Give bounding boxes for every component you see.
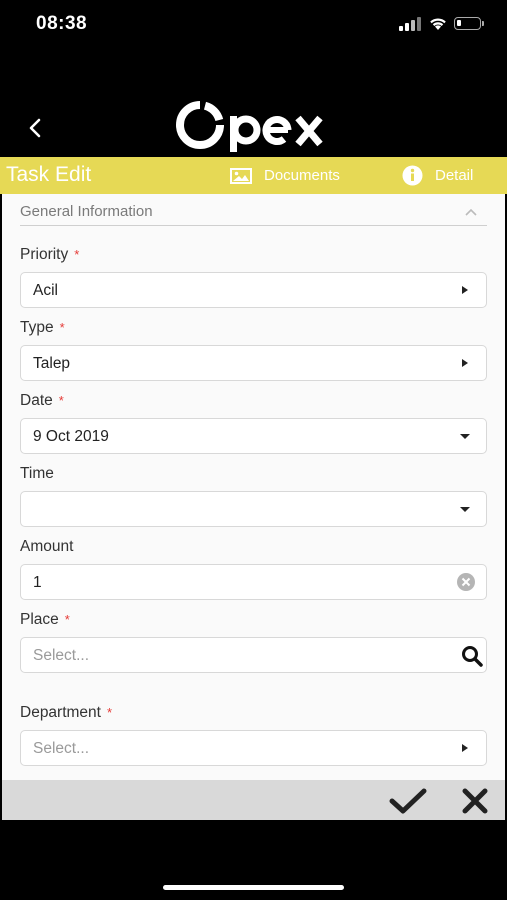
section-header-general[interactable]: General Information	[20, 198, 487, 226]
caret-down-icon	[460, 434, 470, 439]
tab-detail[interactable]: Detail	[402, 157, 473, 194]
priority-value: Acil	[33, 282, 58, 299]
form-panel: General Information Priority * Acil Type *…	[2, 194, 505, 780]
section-title: General Information	[20, 203, 153, 220]
title-bar: Task Edit Documents Detail	[0, 157, 507, 194]
date-label: Date *	[20, 392, 64, 409]
time-label: Time	[20, 465, 54, 482]
status-time: 08:38	[36, 13, 88, 34]
place-placeholder: Select...	[33, 647, 89, 664]
opex-logo	[176, 101, 323, 152]
caret-right-icon	[462, 744, 468, 752]
place-lookup[interactable]: Select...	[20, 637, 487, 673]
department-select[interactable]: Select...	[20, 730, 487, 766]
amount-value: 1	[33, 574, 42, 591]
info-icon	[402, 165, 423, 186]
save-check-icon[interactable]	[388, 787, 428, 815]
home-indicator	[163, 885, 344, 890]
date-picker[interactable]: 9 Oct 2019	[20, 418, 487, 454]
tab-documents-label: Documents	[264, 167, 340, 184]
back-chevron-icon[interactable]	[24, 116, 48, 140]
department-label: Department *	[20, 704, 113, 721]
page-title: Task Edit	[6, 163, 92, 186]
tab-documents[interactable]: Documents	[230, 157, 340, 194]
priority-select[interactable]: Acil	[20, 272, 487, 308]
status-bar: 08:38	[0, 0, 507, 52]
chevron-up-icon	[465, 208, 477, 216]
amount-label: Amount	[20, 538, 74, 555]
priority-label: Priority *	[20, 246, 80, 263]
time-picker[interactable]	[20, 491, 487, 527]
image-icon	[230, 167, 252, 184]
wifi-icon	[430, 18, 446, 30]
cellular-signal-icon	[399, 17, 421, 31]
tab-detail-label: Detail	[435, 167, 474, 184]
type-value: Talep	[33, 355, 71, 372]
required-marker: *	[59, 320, 65, 335]
cancel-close-icon[interactable]	[460, 787, 490, 815]
type-select[interactable]: Talep	[20, 345, 487, 381]
battery-icon	[454, 17, 484, 30]
required-marker: *	[64, 612, 70, 627]
required-marker: *	[74, 247, 80, 262]
amount-input[interactable]: 1	[20, 564, 487, 600]
department-placeholder: Select...	[33, 740, 89, 757]
caret-down-icon	[460, 507, 470, 512]
search-icon[interactable]	[460, 644, 484, 668]
date-value: 9 Oct 2019	[33, 428, 109, 445]
caret-right-icon	[462, 286, 468, 294]
place-label: Place *	[20, 611, 70, 628]
caret-right-icon	[462, 359, 468, 367]
required-marker: *	[58, 393, 64, 408]
action-bar	[2, 780, 505, 820]
type-label: Type *	[20, 319, 65, 336]
required-marker: *	[106, 705, 113, 720]
clear-icon[interactable]	[457, 573, 475, 591]
